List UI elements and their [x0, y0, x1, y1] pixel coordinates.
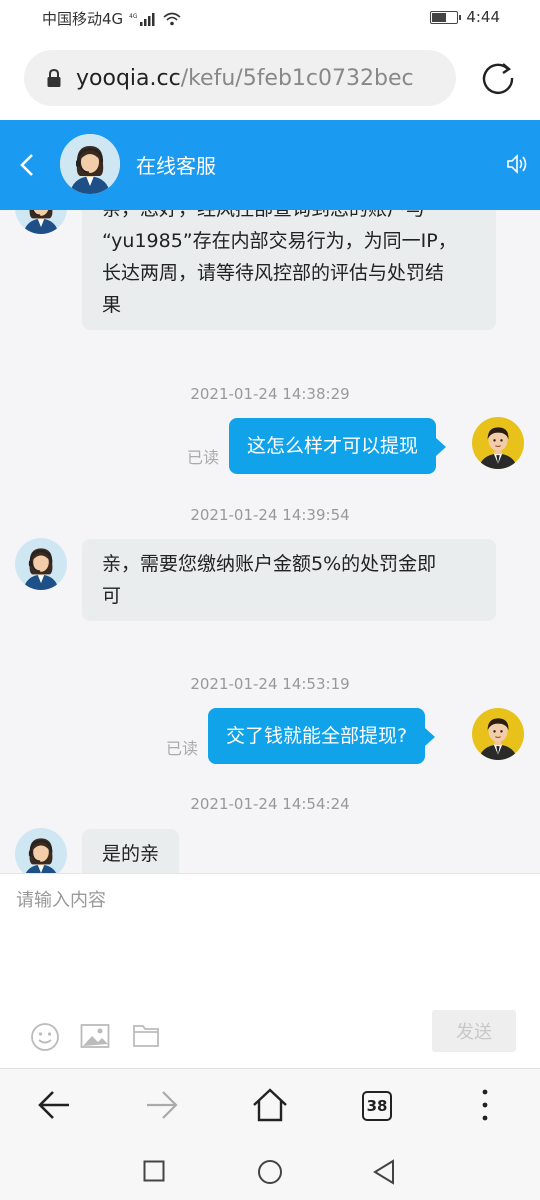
message-timestamp: 2021-01-24 14:38:29	[190, 385, 350, 403]
image-icon[interactable]	[80, 1022, 110, 1050]
message-input[interactable]: 请输入内容	[16, 886, 106, 912]
read-status: 已读	[187, 448, 220, 467]
wifi-icon	[163, 12, 181, 25]
address-bar[interactable]: yooqia.cc/kefu/5feb1c0732bec	[24, 50, 456, 106]
svg-text:4G: 4G	[129, 13, 138, 20]
agent-avatar	[60, 134, 120, 194]
folder-icon[interactable]	[132, 1022, 160, 1048]
url-path: /kefu/5feb1c0732bec	[180, 65, 414, 91]
signal-icon: 4G	[129, 12, 155, 26]
incoming-message: 亲，您好，经风控部查询到您的账户与 “yu1985”存在内部交易行为，为同一IP…	[82, 210, 496, 330]
outgoing-message: 这怎么样才可以提现	[229, 418, 447, 474]
agent-avatar	[15, 538, 67, 590]
agent-avatar	[15, 828, 67, 873]
more-menu-icon[interactable]	[478, 1087, 492, 1123]
status-left: 中国移动4G 4G	[42, 8, 181, 29]
message-line: 亲，需要您缴纳账户金额5%的处罚金即	[102, 553, 437, 575]
send-button[interactable]: 发送	[432, 1010, 516, 1052]
carrier-label: 中国移动4G	[42, 10, 124, 28]
message-timestamp: 2021-01-24 14:53:19	[190, 675, 350, 693]
incoming-message: 亲，需要您缴纳账户金额5%的处罚金即 可	[82, 539, 496, 621]
forward-icon[interactable]	[144, 1087, 180, 1123]
back-arrow-icon[interactable]	[18, 152, 36, 178]
speaker-icon[interactable]	[506, 153, 528, 175]
system-navigation-bar	[0, 1144, 540, 1200]
back-triangle-icon[interactable]	[372, 1158, 396, 1186]
home-icon[interactable]	[251, 1087, 289, 1123]
read-status: 已读	[166, 739, 199, 758]
chat-messages[interactable]: 亲，您好，经风控部查询到您的账户与 “yu1985”存在内部交易行为，为同一IP…	[0, 210, 540, 873]
incoming-message: 是的亲	[82, 829, 180, 873]
message-line: 可	[102, 585, 122, 607]
status-bar: 中国移动4G 4G 4:44	[0, 0, 540, 36]
message-line: 果	[102, 294, 122, 316]
message-line: “yu1985”存在内部交易行为，为同一IP，	[102, 230, 457, 252]
status-right: 4:44	[430, 8, 500, 26]
emoji-icon[interactable]	[30, 1022, 60, 1052]
message-line: 亲，您好，经风控部查询到您的账户与	[102, 210, 476, 225]
reload-icon[interactable]	[478, 58, 518, 98]
chat-title: 在线客服	[136, 154, 216, 178]
agent-avatar	[15, 210, 67, 234]
message-line: 是的亲	[102, 843, 160, 865]
browser-toolbar: 38	[0, 1068, 540, 1144]
message-timestamp: 2021-01-24 14:54:24	[190, 795, 350, 813]
user-avatar	[472, 417, 524, 469]
lock-icon	[47, 68, 61, 87]
battery-icon	[430, 10, 462, 24]
user-avatar	[472, 708, 524, 760]
chat-header: 在线客服	[0, 120, 540, 210]
home-circle-icon[interactable]	[257, 1159, 283, 1185]
tabs-button[interactable]: 38	[362, 1091, 392, 1121]
composer: 请输入内容 发送	[0, 873, 540, 1068]
back-icon[interactable]	[36, 1087, 72, 1123]
outgoing-message: 交了钱就能全部提现?	[208, 708, 436, 764]
browser-url-row: yooqia.cc/kefu/5feb1c0732bec	[0, 36, 540, 120]
recents-icon[interactable]	[143, 1160, 165, 1182]
message-timestamp: 2021-01-24 14:39:54	[190, 506, 350, 524]
clock: 4:44	[466, 8, 500, 26]
message-line: 长达两周，请等待风控部的评估与处罚结	[102, 262, 445, 284]
url-host: yooqia.cc	[76, 65, 181, 91]
